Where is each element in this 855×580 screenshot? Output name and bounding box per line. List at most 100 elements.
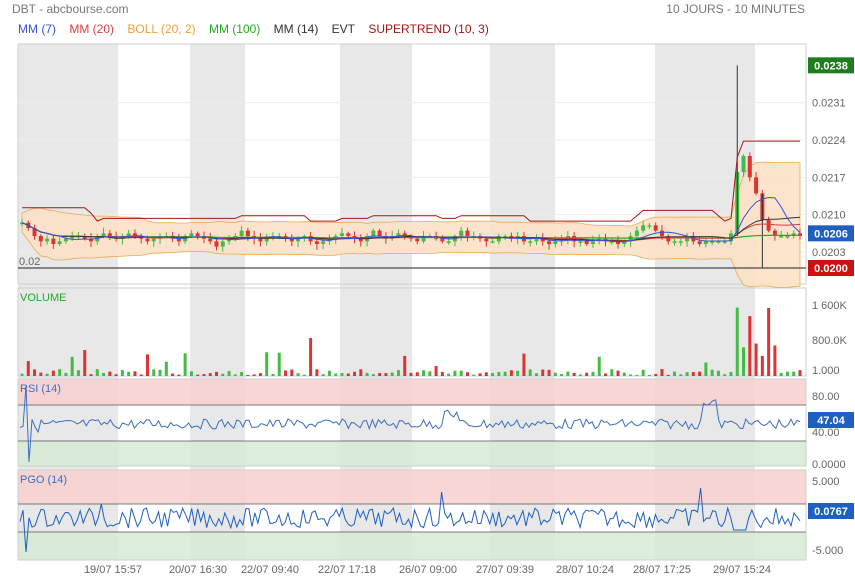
volume-bar <box>45 373 49 376</box>
volume-bar <box>340 373 344 376</box>
volume-y-tick-label: 1.000 <box>812 365 840 377</box>
volume-bar <box>221 373 225 376</box>
volume-bar <box>33 369 37 376</box>
candle-body <box>339 233 344 236</box>
volume-bar <box>679 374 683 376</box>
volume-bar <box>465 372 469 376</box>
x-axis-label: 28/07 17:25 <box>633 564 691 576</box>
price-y-tick-label: 0.0224 <box>812 135 846 147</box>
volume-bar <box>302 374 306 376</box>
volume-bar <box>673 371 677 376</box>
volume-bar <box>691 372 695 376</box>
volume-bar <box>139 374 143 376</box>
volume-bar <box>327 370 331 376</box>
candle-body <box>415 238 420 242</box>
volume-bar <box>491 373 495 376</box>
candle-body <box>208 238 213 242</box>
volume-bar <box>547 369 551 376</box>
volume-bar <box>522 353 526 376</box>
volume-bar <box>64 372 68 376</box>
candle-body <box>314 241 319 244</box>
pgo-y-tick-label: -5.000 <box>812 545 843 557</box>
volume-bar <box>484 372 488 376</box>
volume-bar <box>246 374 250 376</box>
volume-bar <box>635 374 639 376</box>
high-price-badge-text: 0.0238 <box>814 60 848 72</box>
volume-bar <box>647 374 651 376</box>
volume-bar <box>641 369 645 376</box>
candle-body <box>151 238 156 242</box>
candle-body <box>239 230 244 236</box>
candle-body <box>321 241 326 244</box>
candle-body <box>590 241 595 244</box>
volume-bar <box>120 370 124 376</box>
x-axis-label: 29/07 15:24 <box>713 564 771 576</box>
volume-bar <box>710 369 714 376</box>
candle-body <box>553 241 558 244</box>
candle-body <box>63 238 68 242</box>
stock-chart[interactable]: 0.0231 0.0224 0.0217 0.0210 0.0203 0.02 0.0238… <box>0 0 855 580</box>
volume-bar <box>359 369 363 376</box>
volume-bar <box>472 374 476 376</box>
volume-bar <box>277 352 281 376</box>
volume-bar <box>748 316 752 376</box>
volume-bar <box>578 374 582 376</box>
candle-body <box>371 230 376 236</box>
candle-body <box>722 241 727 243</box>
candle-body <box>245 230 250 236</box>
volume-bar <box>108 371 112 376</box>
candle-body <box>446 241 451 243</box>
price-y-tick-label: 0.0231 <box>812 98 846 110</box>
rsi-overbought-zone <box>18 379 806 405</box>
candle-body <box>779 236 784 238</box>
volume-bar <box>240 372 244 376</box>
volume-bar <box>528 369 532 376</box>
volume-y-tick-label: 800.0K <box>812 335 848 347</box>
volume-bar <box>409 372 413 376</box>
volume-bar <box>284 370 288 376</box>
candle-body <box>45 238 50 242</box>
candle-body <box>459 230 464 236</box>
candle-body <box>672 241 677 243</box>
volume-bar <box>233 374 237 376</box>
volume-bar <box>723 374 727 376</box>
volume-bar <box>597 356 601 376</box>
volume-bar <box>478 373 482 376</box>
low-price-badge: 0.0200 <box>808 260 854 276</box>
volume-bar <box>447 373 451 376</box>
candle-body <box>220 241 225 247</box>
volume-bar <box>202 374 206 376</box>
volume-bar <box>716 370 720 376</box>
volume-bar <box>89 374 93 376</box>
volume-bar <box>779 372 783 376</box>
volume-bar <box>516 370 520 376</box>
volume-bar <box>177 374 181 376</box>
volume-bar <box>378 373 382 376</box>
volume-bar <box>76 370 80 376</box>
volume-bar <box>509 370 513 376</box>
rsi-y-tick-label: 40.00 <box>812 427 840 439</box>
volume-bar <box>760 355 764 376</box>
volume-bar <box>290 369 294 376</box>
candle-body <box>465 230 470 236</box>
volume-bar <box>114 374 118 376</box>
pgo-y-tick-label: 5.000 <box>812 476 840 488</box>
volume-bar <box>541 369 545 376</box>
candle-body <box>490 241 495 243</box>
volume-bar <box>773 345 777 376</box>
x-axis-label: 22/07 09:40 <box>241 564 299 576</box>
volume-bar <box>321 374 325 376</box>
volume-bar <box>566 371 570 376</box>
volume-bar <box>309 338 313 376</box>
candle-body <box>747 156 752 178</box>
volume-bar <box>785 371 789 376</box>
volume-bar <box>622 372 626 376</box>
rsi-oversold-zone <box>18 441 806 466</box>
pgo-overbought-zone <box>18 470 806 504</box>
candle-body <box>754 177 759 194</box>
pgo-badge-text: 0.0767 <box>814 506 848 518</box>
candle-body <box>703 241 708 244</box>
volume-bar <box>183 353 187 376</box>
volume-bar <box>497 372 501 376</box>
rsi-y-tick-label: 0.0000 <box>812 459 846 471</box>
